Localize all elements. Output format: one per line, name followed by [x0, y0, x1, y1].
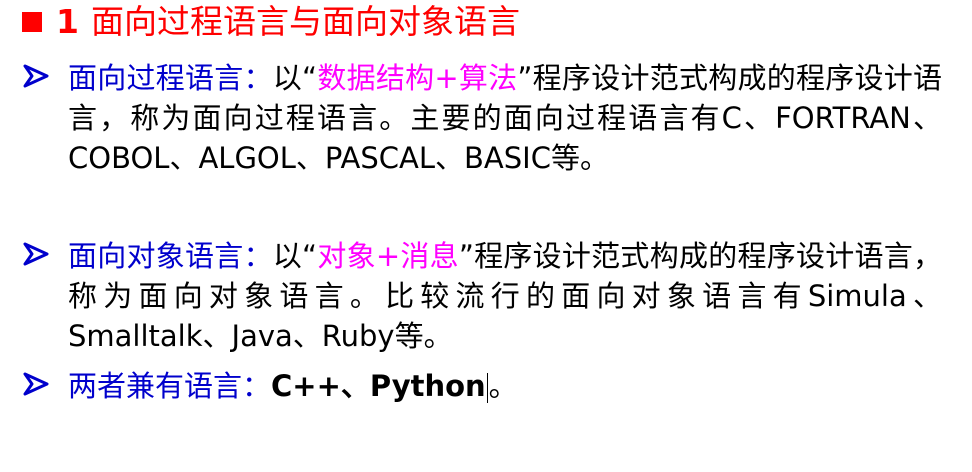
- bullet-text: 两者兼有语言：C++、Python。: [68, 366, 942, 406]
- bullet-term: 面向过程语言：: [68, 61, 273, 95]
- bullet-pre: 以“: [272, 61, 318, 95]
- arrow-bullet-icon: [23, 242, 49, 266]
- title-number: 1: [56, 2, 79, 41]
- slide-title: 1 面向过程语言与面向对象语言: [22, 2, 520, 42]
- bullet-both: 两者兼有语言：C++、Python。: [22, 366, 942, 406]
- bullet-post: 。: [488, 369, 518, 403]
- bullet-term: 两者兼有语言：: [68, 369, 272, 403]
- bullet-pre: C++、Python: [271, 369, 486, 403]
- bullet-term: 面向对象语言：: [68, 239, 273, 273]
- bullet-procedural: 面向过程语言：以“数据结构+算法”程序设计范式构成的程序设计语言，称为面向过程语…: [22, 58, 942, 178]
- text-cursor: [486, 373, 488, 403]
- title-text: 面向过程语言与面向对象语言: [90, 2, 520, 41]
- bullet-object-oriented: 面向对象语言：以“对象+消息”程序设计范式构成的程序设计语言，称为面向对象语言。…: [22, 236, 942, 356]
- bullet-highlight: 对象+消息: [317, 239, 459, 273]
- arrow-bullet-icon: [23, 64, 49, 88]
- bullet-text: 面向对象语言：以“对象+消息”程序设计范式构成的程序设计语言，称为面向对象语言。…: [68, 236, 942, 356]
- bullet-text: 面向过程语言：以“数据结构+算法”程序设计范式构成的程序设计语言，称为面向过程语…: [68, 58, 942, 178]
- arrow-bullet-icon: [23, 372, 49, 396]
- bullet-pre: 以“: [272, 239, 318, 273]
- bullet-highlight: 数据结构+算法: [317, 61, 518, 95]
- red-square-icon: [22, 12, 42, 32]
